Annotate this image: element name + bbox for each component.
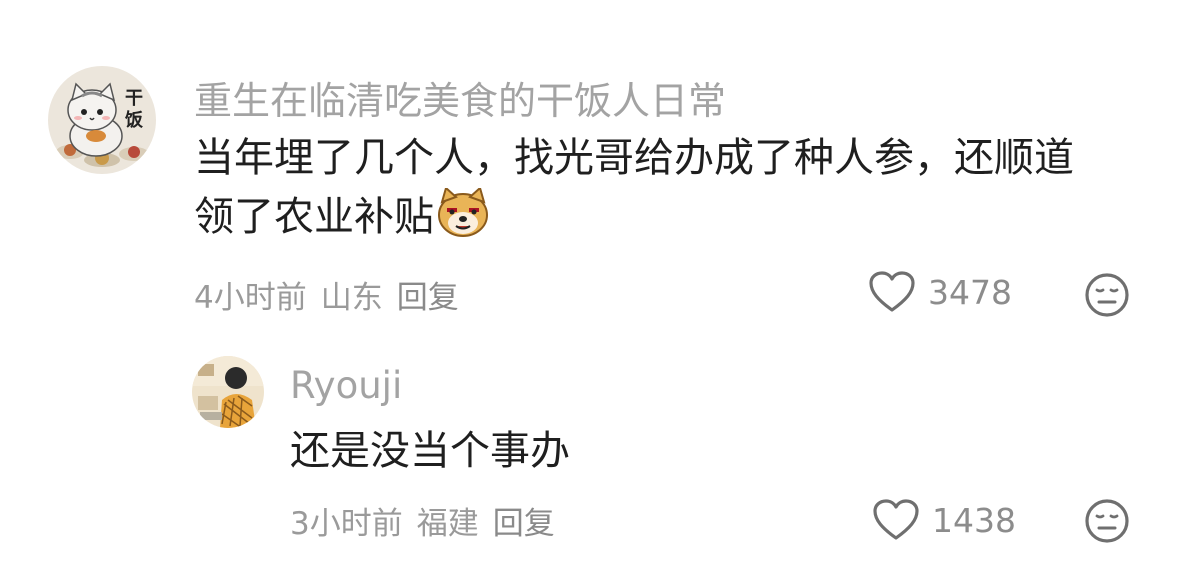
like-count: 1438 <box>932 500 1016 540</box>
comment-text: 当年埋了几个人，找光哥给办成了种人参，还顺道 领了农业补贴 <box>194 129 1154 255</box>
cat-avatar-icon: 干 饭 <box>48 66 156 174</box>
comment-item: 干 饭 重生在临清吃美食的干饭人日常 当年埋了几个人，找光哥给办成了种人参，还顺… <box>0 0 1179 340</box>
comment-location: 山东 <box>320 280 383 316</box>
like-count: 3478 <box>928 272 1012 312</box>
comment-meta: 3小时前 福建 回复 <box>290 498 569 543</box>
username[interactable]: 重生在临清吃美食的干饭人日常 <box>194 70 726 125</box>
avatar[interactable] <box>192 356 264 428</box>
svg-text:干: 干 <box>125 88 143 109</box>
reply-item: Ryouji 还是没当个事办 3小时前 福建 回复 1438 <box>0 340 1179 580</box>
comment-text-line: 当年埋了几个人，找光哥给办成了种人参，还顺道 <box>194 135 1074 181</box>
person-avatar-icon <box>192 356 264 428</box>
comment-time: 3小时前 <box>290 506 403 542</box>
dislike-button[interactable] <box>1084 272 1130 322</box>
dislike-button[interactable] <box>1084 498 1130 548</box>
comment-meta: 4小时前 山东 回复 <box>194 272 473 317</box>
comment-text-line: 领了农业补贴 <box>194 186 1154 255</box>
reply-button[interactable]: 回复 <box>493 506 555 542</box>
comment-location: 福建 <box>416 506 479 542</box>
avatar[interactable]: 干 饭 <box>48 66 156 174</box>
heart-outline-icon <box>869 271 915 312</box>
like-button[interactable]: 3478 <box>868 270 1012 314</box>
doge-emoji-icon <box>436 186 490 255</box>
heart-outline-icon <box>873 499 919 540</box>
comment-time: 4小时前 <box>194 280 307 316</box>
reply-button[interactable]: 回复 <box>397 280 459 316</box>
comment-text-line-2: 领了农业补贴 <box>194 194 434 240</box>
username[interactable]: Ryouji <box>290 364 402 407</box>
meh-face-icon <box>1085 273 1129 317</box>
like-button[interactable]: 1438 <box>872 498 1016 542</box>
meh-face-icon <box>1085 499 1129 543</box>
comment-text: 还是没当个事办 <box>290 428 570 474</box>
svg-text:饭: 饭 <box>124 109 143 131</box>
